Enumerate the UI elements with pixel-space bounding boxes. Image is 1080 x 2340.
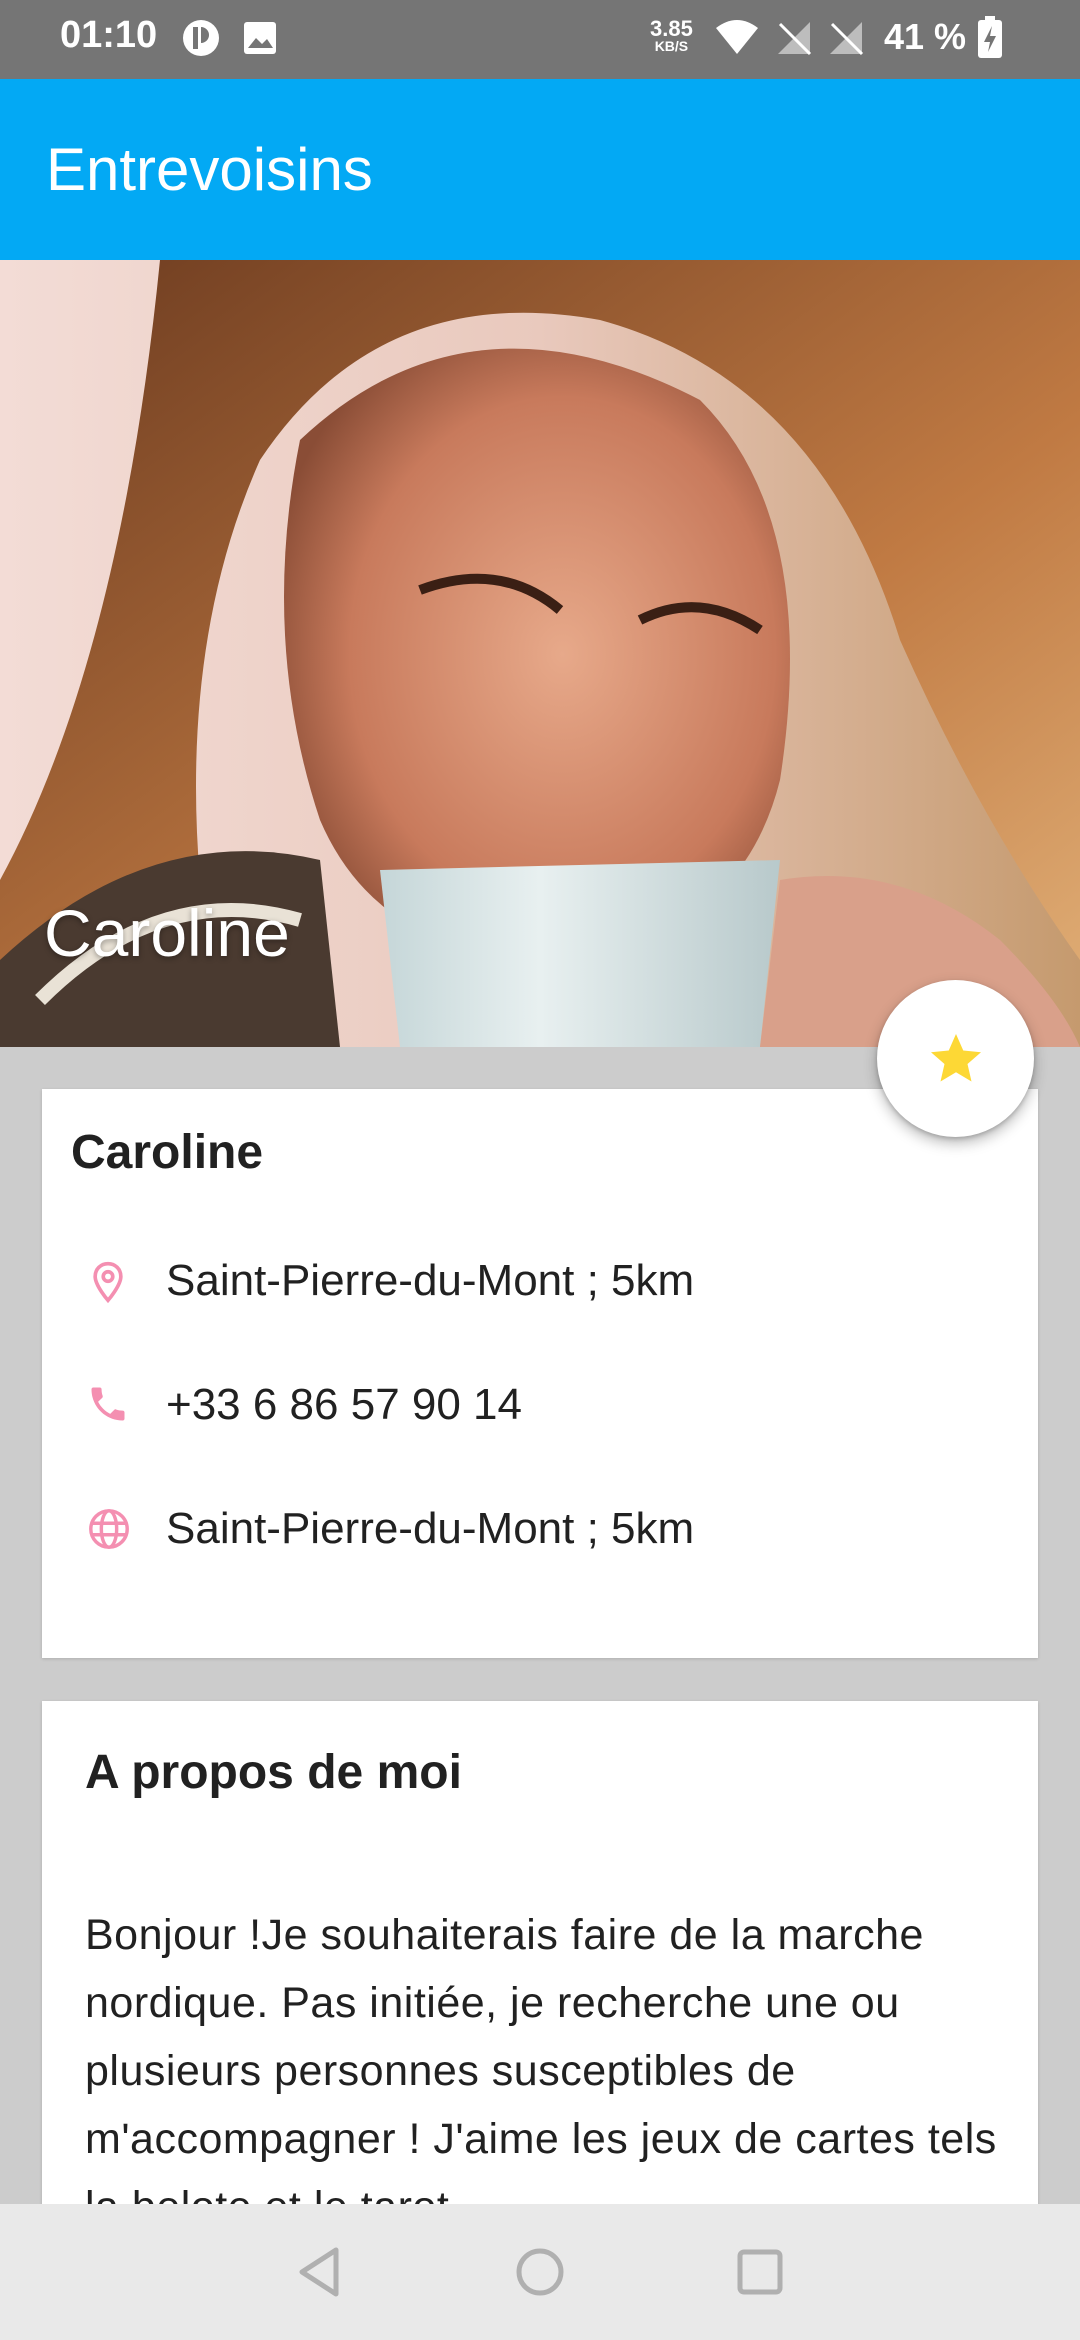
battery-percentage: 41 %: [884, 16, 967, 57]
app-title: Entrevoisins: [46, 136, 373, 203]
no-signal-icon-2: [826, 18, 866, 63]
network-speed-unit: KB/S: [654, 38, 689, 54]
header-profile-name: Caroline: [44, 896, 290, 970]
status-bar: 01:10 3.85 KB/S 41 %: [0, 0, 1080, 79]
network-speed: 3.85 KB/S: [650, 18, 693, 55]
recents-square-icon: [737, 2249, 783, 2295]
phone-row: +33 6 86 57 90 14: [0, 1364, 996, 1444]
location-pin-icon: [86, 1258, 130, 1311]
gallery-icon: [242, 18, 278, 63]
profile-name: Caroline: [71, 1126, 264, 1179]
home-button[interactable]: [510, 2242, 570, 2302]
system-navigation-bar: [0, 2204, 1080, 2340]
home-circle-icon: [516, 2248, 564, 2296]
phone-text: +33 6 86 57 90 14: [166, 1380, 522, 1429]
back-button[interactable]: [292, 2242, 352, 2302]
favorite-button[interactable]: [877, 980, 1034, 1137]
app-bar: Entrevoisins: [0, 79, 1080, 260]
back-triangle-icon: [299, 2247, 339, 2297]
location-text: Saint-Pierre-du-Mont ; 5km: [166, 1256, 695, 1305]
about-title: A propos de moi: [85, 1746, 462, 1799]
about-card: A propos de moi Bonjour !Je souhaiterais…: [42, 1701, 1038, 2221]
recents-button[interactable]: [730, 2242, 790, 2302]
website-text: Saint-Pierre-du-Mont ; 5km: [166, 1504, 695, 1553]
no-signal-icon: [774, 18, 814, 63]
location-row: Saint-Pierre-du-Mont ; 5km: [0, 1240, 996, 1320]
about-text: Bonjour !Je souhaiterais faire de la mar…: [85, 1911, 997, 2221]
wifi-icon: [714, 18, 760, 63]
battery-charging-icon: [976, 16, 1004, 65]
star-icon: [930, 1033, 981, 1081]
status-time: 01:10: [60, 14, 158, 56]
website-row: Saint-Pierre-du-Mont ; 5km: [0, 1488, 996, 1568]
phone-icon: [86, 1382, 130, 1431]
globe-icon: [86, 1506, 132, 1557]
notification-app-icon: [181, 18, 221, 63]
